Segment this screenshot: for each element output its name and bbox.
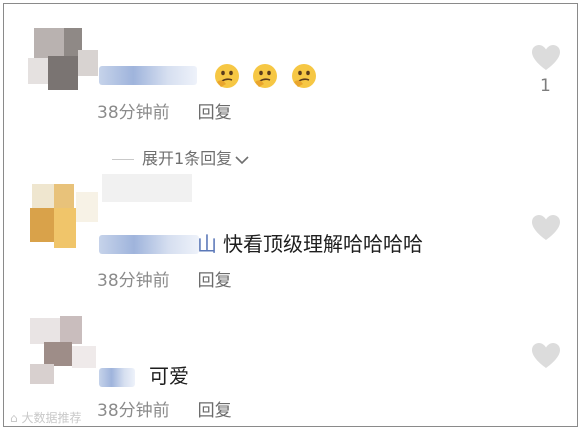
comment-time: 38分钟前 — [97, 103, 170, 123]
like-heart-icon[interactable] — [531, 342, 561, 370]
reply-button[interactable]: 回复 — [198, 271, 232, 291]
comment-meta: 38分钟前 回复 — [97, 270, 232, 292]
reply-button[interactable]: 回复 — [198, 103, 232, 123]
avatar[interactable] — [24, 312, 102, 386]
username-blurred[interactable] — [99, 66, 197, 85]
reply-button[interactable]: 回复 — [198, 401, 232, 421]
comment-meta: 38分钟前 回复 — [97, 400, 232, 422]
blurred-region — [102, 174, 192, 202]
avatar[interactable] — [24, 182, 102, 256]
comment-time: 38分钟前 — [97, 271, 170, 291]
thinking-face-emoji — [215, 64, 239, 88]
comment-list: 38分钟前 回复 1 展开1条回复 山快看顶级理解哈哈哈哈 38分钟前 回复 可… — [3, 3, 578, 427]
watermark-logo-icon: ⌂ — [10, 411, 18, 425]
comment-text: 可爱 — [149, 364, 189, 388]
thinking-face-emoji — [291, 64, 316, 88]
like-count: 1 — [540, 76, 551, 96]
divider-line — [112, 159, 134, 160]
expand-replies-label: 展开1条回复 — [142, 149, 233, 168]
watermark: ⌂ 大数据推荐 — [10, 409, 81, 426]
like-heart-icon[interactable] — [531, 214, 561, 242]
comment-time: 38分钟前 — [97, 401, 170, 421]
comment-text: 山快看顶级理解哈哈哈哈 — [197, 232, 423, 256]
watermark-text: 大数据推荐 — [21, 411, 82, 425]
thinking-face-emoji — [253, 64, 278, 88]
chevron-down-icon — [235, 155, 249, 164]
expand-replies-button[interactable]: 展开1条回复 — [112, 149, 249, 169]
comment-meta: 38分钟前 回复 — [97, 102, 232, 124]
like-heart-icon[interactable] — [531, 44, 561, 72]
username-blurred[interactable] — [99, 368, 135, 387]
username-blurred[interactable] — [99, 235, 199, 254]
comment-body: 快看顶级理解哈哈哈哈 — [223, 232, 423, 256]
username-visible[interactable]: 山 — [197, 232, 217, 256]
comment-text — [209, 62, 318, 90]
comment-body: 可爱 — [149, 364, 189, 388]
avatar[interactable] — [24, 22, 102, 96]
